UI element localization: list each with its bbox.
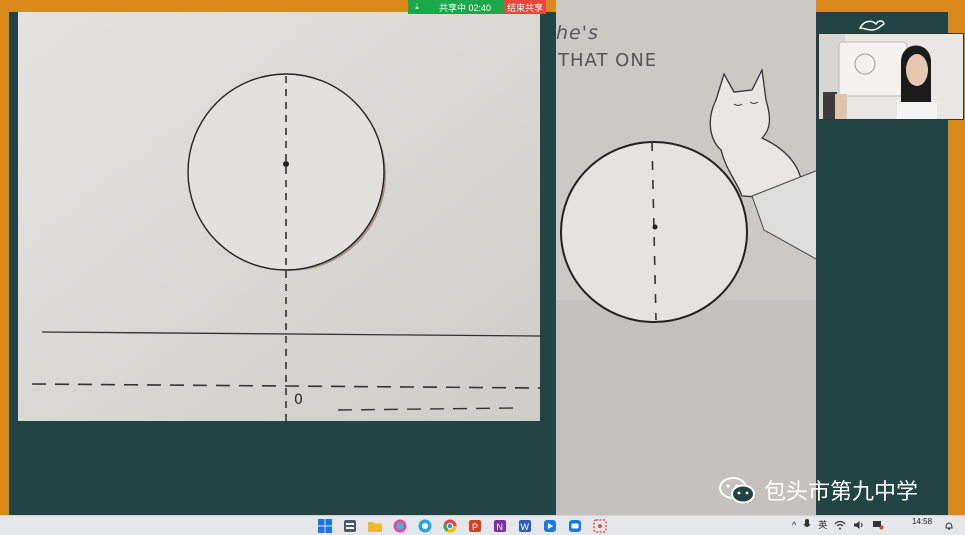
wifi-icon[interactable] bbox=[834, 520, 846, 530]
participant-video-feed bbox=[819, 34, 963, 119]
wechat-watermark: 包头市第九中学 bbox=[718, 474, 918, 506]
zero-marker: 0 bbox=[294, 392, 303, 408]
file-manager-icon[interactable] bbox=[341, 517, 358, 534]
volume-icon[interactable] bbox=[853, 520, 865, 530]
wechat-icon bbox=[719, 477, 755, 504]
paper-circle-drawing: 0 bbox=[18, 12, 540, 421]
stop-share-button[interactable]: 结束共享 bbox=[504, 0, 546, 14]
taskbar-apps: P N W bbox=[316, 517, 608, 534]
photo-text-line1: he's bbox=[556, 22, 599, 44]
windows-start-icon[interactable] bbox=[316, 517, 333, 534]
share-status: 共享中 02:40 bbox=[426, 0, 504, 14]
word-icon[interactable]: W bbox=[516, 517, 533, 534]
paper-circle-right bbox=[560, 141, 748, 323]
taskbar-clock[interactable]: 14:58 bbox=[912, 517, 932, 526]
chrome-icon[interactable] bbox=[441, 517, 458, 534]
right-photo: he's THAT ONE bbox=[556, 0, 816, 515]
screen-share-bar: ⤓ 共享中 02:40 结束共享 bbox=[408, 0, 546, 14]
meeting-app-icon[interactable] bbox=[566, 517, 583, 534]
microphone-icon[interactable] bbox=[803, 519, 811, 530]
svg-text:W: W bbox=[520, 522, 529, 532]
system-tray: ^ 英 bbox=[792, 518, 884, 531]
powerpoint-icon[interactable]: P bbox=[466, 517, 483, 534]
taskbar: P N W ^ 英 14:58 bbox=[0, 515, 965, 535]
download-icon[interactable]: ⤓ bbox=[408, 0, 426, 14]
network-status-icon[interactable] bbox=[872, 519, 884, 530]
input-method-indicator[interactable]: 英 bbox=[818, 518, 827, 531]
clock-time: 14:58 bbox=[912, 517, 933, 526]
left-photo: 0 bbox=[18, 12, 540, 421]
participant-video[interactable] bbox=[818, 33, 964, 120]
notification-icon[interactable] bbox=[944, 521, 954, 531]
photo-text-line2: THAT ONE bbox=[558, 50, 658, 71]
tray-chevron-icon[interactable]: ^ bbox=[792, 520, 796, 530]
svg-text:P: P bbox=[472, 522, 478, 532]
onenote-icon[interactable]: N bbox=[491, 517, 508, 534]
folder-icon[interactable] bbox=[366, 517, 383, 534]
circle-and-cat-drawing bbox=[556, 0, 816, 515]
meeting-logo-icon bbox=[858, 20, 885, 31]
watermark-text: 包头市第九中学 bbox=[764, 480, 919, 505]
media-player-icon[interactable] bbox=[541, 517, 558, 534]
browser-colorful-icon[interactable] bbox=[391, 517, 408, 534]
messenger-icon[interactable] bbox=[416, 517, 433, 534]
snipping-tool-icon[interactable] bbox=[591, 517, 608, 534]
svg-text:N: N bbox=[496, 522, 503, 532]
